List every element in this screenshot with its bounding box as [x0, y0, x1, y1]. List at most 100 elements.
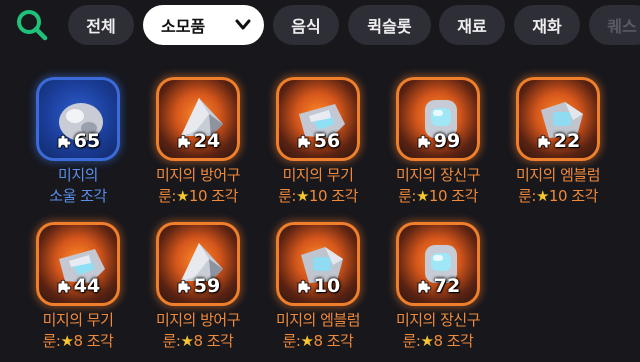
item-count-value: 65: [73, 130, 101, 152]
inventory-item[interactable]: 10 미지의 엠블럼룬:★8 조각: [258, 222, 378, 362]
item-name: 미지의소울 조각: [18, 165, 138, 207]
puzzle-piece-icon: [57, 134, 71, 149]
item-count: 59: [159, 275, 237, 297]
tab-consumables[interactable]: 소모품: [143, 5, 264, 45]
star-icon: ★: [180, 332, 194, 350]
item-grade-label: 10 조각: [308, 187, 358, 205]
item-name-line1: 미지의 엠블럼: [515, 166, 601, 184]
search-icon[interactable]: [14, 8, 50, 42]
puzzle-piece-icon: [177, 279, 191, 294]
inventory-item[interactable]: 65 미지의소울 조각: [18, 77, 138, 217]
tab-food[interactable]: 음식: [273, 5, 339, 45]
item-count-value: 24: [193, 130, 221, 152]
tab-label: 퀘스: [607, 17, 637, 36]
item-name-line2-wrap: 룬:★10 조각: [498, 186, 618, 207]
item-frame: 44: [36, 222, 120, 306]
item-name-line1: 미지의 방어구: [155, 166, 241, 184]
item-rune-prefix: 룬:: [518, 187, 536, 205]
tab-materials[interactable]: 재료: [439, 5, 505, 45]
tab-label: 재료: [457, 17, 487, 36]
item-count-value: 22: [553, 130, 581, 152]
inventory-item[interactable]: 24 미지의 방어구 룬:★10 조각: [138, 77, 258, 217]
item-name: 미지의 방어구 룬:★10 조각: [138, 165, 258, 207]
tab-label: 퀵슬롯: [367, 17, 412, 36]
item-name-line2-wrap: 룬:★10 조각: [258, 186, 378, 207]
puzzle-piece-icon: [177, 134, 191, 149]
tab-all[interactable]: 전체: [68, 5, 134, 45]
item-name-line1: 미지의 장신구: [395, 166, 481, 184]
inventory-item[interactable]: 59 미지의 방어구룬:★8 조각: [138, 222, 258, 362]
item-name: 미지의 엠블럼룬:★10 조각: [498, 165, 618, 207]
star-icon: ★: [60, 332, 74, 350]
tab-quest[interactable]: 퀘스: [589, 5, 640, 45]
item-count: 24: [159, 130, 237, 152]
top-bar: 전체 소모품 음식 퀵슬롯 재료 재화 퀘스: [0, 0, 640, 50]
item-name-line1: 미지의 엠블럼: [275, 311, 361, 329]
item-count: 65: [39, 130, 117, 152]
puzzle-piece-icon: [417, 279, 431, 294]
puzzle-piece-icon: [297, 134, 311, 149]
tab-quickslot[interactable]: 퀵슬롯: [348, 5, 431, 45]
item-frame: 10: [276, 222, 360, 306]
item-name-line1: 미지의 방어구: [155, 311, 241, 329]
item-rune-prefix: 룬:: [402, 332, 421, 350]
item-grade-label: 8 조각: [193, 332, 234, 350]
star-icon: ★: [415, 187, 429, 205]
item-frame: 56: [276, 77, 360, 161]
star-icon: ★: [300, 332, 314, 350]
tab-label: 전체: [86, 17, 116, 36]
item-rune-prefix: 룬:: [398, 187, 416, 205]
item-rune-prefix: 룬:: [42, 332, 61, 350]
item-name-line2-wrap: 소울 조각: [18, 186, 138, 207]
item-name-line1: 미지의 무기: [42, 311, 114, 329]
tab-currency[interactable]: 재화: [514, 5, 580, 45]
inventory-item[interactable]: 22 미지의 엠블럼룬:★10 조각: [498, 77, 618, 217]
item-name: 미지의 장신구 룬:★8 조각: [378, 310, 498, 352]
item-count: 44: [39, 275, 117, 297]
item-rune-prefix: 룬:: [282, 332, 301, 350]
item-count-value: 99: [433, 130, 461, 152]
item-count-value: 44: [73, 275, 101, 297]
item-count: 10: [279, 275, 357, 297]
item-name-line2-wrap: 룬:★8 조각: [378, 331, 498, 352]
item-frame: 22: [516, 77, 600, 161]
inventory-item[interactable]: 72 미지의 장신구 룬:★8 조각: [378, 222, 498, 362]
puzzle-piece-icon: [417, 134, 431, 149]
item-name-line1: 미지의: [58, 166, 98, 184]
inventory-item[interactable]: 56 미지의 무기룬:★10 조각: [258, 77, 378, 217]
item-name-line2-wrap: 룬:★10 조각: [378, 186, 498, 207]
item-grade-label: 10 조각: [188, 187, 238, 205]
item-name-line2-wrap: 룬:★8 조각: [18, 331, 138, 352]
item-name: 미지의 장신구룬:★10 조각: [378, 165, 498, 207]
item-name-line2-wrap: 룬:★8 조각: [258, 331, 378, 352]
star-icon: ★: [295, 187, 309, 205]
item-frame: 24: [156, 77, 240, 161]
item-grade-label: 8 조각: [433, 332, 474, 350]
puzzle-piece-icon: [537, 134, 551, 149]
item-name: 미지의 방어구룬:★8 조각: [138, 310, 258, 352]
item-frame: 72: [396, 222, 480, 306]
item-count-value: 72: [433, 275, 461, 297]
item-name-line2: 소울 조각: [49, 187, 107, 205]
star-icon: ★: [420, 332, 434, 350]
item-count: 56: [279, 130, 357, 152]
tab-label: 재화: [532, 17, 562, 36]
inventory-item[interactable]: 44 미지의 무기룬:★8 조각: [18, 222, 138, 362]
inventory-item[interactable]: 99 미지의 장신구룬:★10 조각: [378, 77, 498, 217]
item-count-value: 56: [313, 130, 341, 152]
item-count: 99: [399, 130, 477, 152]
item-rune-prefix: 룬:: [278, 187, 296, 205]
item-grade-label: 10 조각: [548, 187, 598, 205]
item-grade-label: 8 조각: [313, 332, 354, 350]
item-name: 미지의 무기룬:★8 조각: [18, 310, 138, 352]
item-grade-label: 8 조각: [73, 332, 114, 350]
chevron-down-icon: [235, 19, 251, 30]
item-count-value: 10: [313, 275, 341, 297]
item-rune-prefix: 룬:: [162, 332, 181, 350]
item-name-line1: 미지의 무기: [282, 166, 354, 184]
item-frame: 65: [36, 77, 120, 161]
puzzle-piece-icon: [297, 279, 311, 294]
tab-label: 음식: [291, 17, 321, 36]
item-count: 72: [399, 275, 477, 297]
item-count: 22: [519, 130, 597, 152]
